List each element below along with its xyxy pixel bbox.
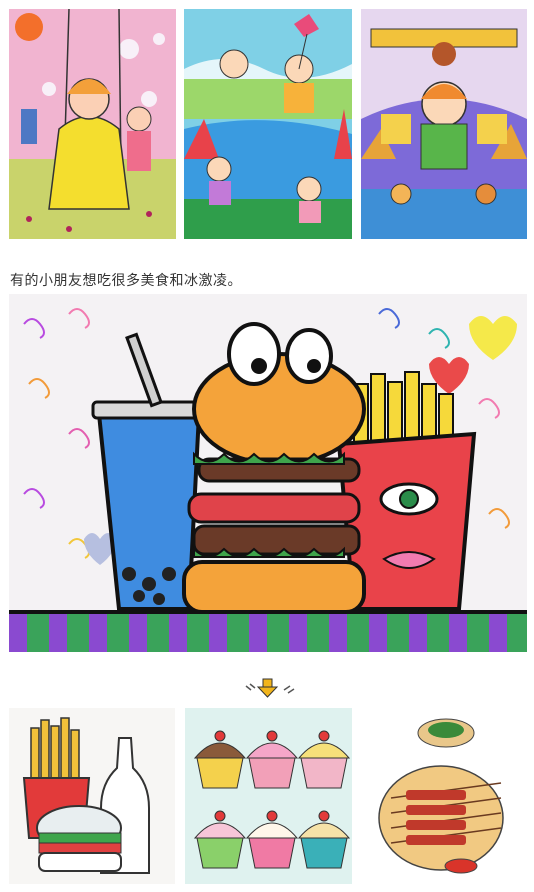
drawing-girl-on-swing [9,9,176,239]
drawing-kids-flying-kites [184,9,352,239]
right-tick-marks [283,685,295,694]
section-divider [0,676,534,700]
caption-text: 有的小朋友想吃很多美食和冰激凌。 [10,273,242,289]
drawing-cupcakes [185,708,352,884]
drawing-fast-food-characters [9,294,527,652]
arrow-down-icon [256,678,279,698]
left-tick-marks [245,683,256,691]
drawing-bbq-skewers-plate [361,708,527,884]
drawing-boy-with-airplane [361,9,527,239]
drawing-fries-burger-bottle [9,708,175,884]
